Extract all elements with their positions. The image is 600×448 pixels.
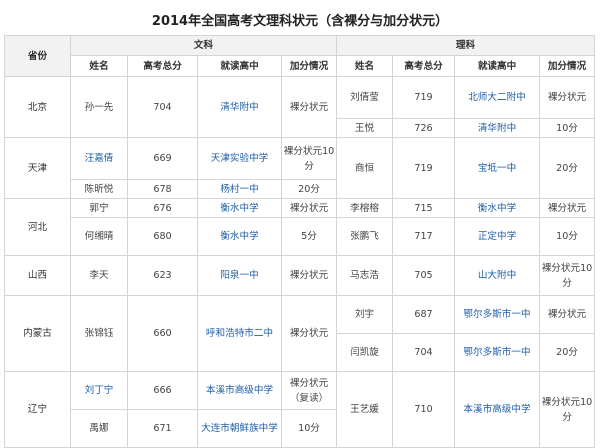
- school-link[interactable]: 北师大二附中: [454, 76, 540, 119]
- student-name: 马志浩: [336, 255, 393, 296]
- bonus-cell: 裸分状元: [281, 76, 337, 138]
- student-name: 郭宁: [70, 198, 128, 218]
- student-name: 李榕榕: [336, 198, 393, 218]
- header-bonus: 加分情况: [281, 55, 337, 77]
- score-cell: 719: [392, 76, 455, 119]
- student-name-link[interactable]: 汪嘉倩: [70, 137, 128, 180]
- school-link[interactable]: 鄂尔多斯市一中: [454, 333, 540, 372]
- bonus-cell: 裸分状元（复读）: [281, 371, 337, 410]
- bonus-cell: 裸分状元10分: [539, 255, 595, 296]
- school-link[interactable]: 衡水中学: [197, 198, 282, 218]
- bonus-cell: 5分: [281, 217, 337, 256]
- student-name: 王悦: [336, 118, 393, 138]
- school-link[interactable]: 阳泉一中: [197, 255, 282, 296]
- bonus-cell: 裸分状元: [539, 295, 595, 334]
- province-cell: 内蒙古: [4, 295, 71, 372]
- score-cell: 704: [127, 76, 198, 138]
- school-link[interactable]: 山大附中: [454, 255, 540, 296]
- student-name: 闫凯旋: [336, 333, 393, 372]
- score-cell: 719: [392, 137, 455, 199]
- school-link[interactable]: 鄂尔多斯市一中: [454, 295, 540, 334]
- bonus-cell: 裸分状元: [539, 198, 595, 218]
- score-cell: 680: [127, 217, 198, 256]
- header-name: 姓名: [336, 55, 393, 77]
- bonus-cell: 10分: [539, 217, 595, 256]
- bonus-cell: 裸分状元: [281, 198, 337, 218]
- province-cell: 山西: [4, 255, 71, 296]
- bonus-cell: 10分: [539, 118, 595, 138]
- student-name: 张锦钰: [70, 295, 128, 372]
- bonus-cell: 裸分状元10分: [539, 371, 595, 448]
- page-title: 2014年全国高考文理科状元（含裸分与加分状元）: [151, 14, 449, 29]
- bonus-cell: 裸分状元: [539, 76, 595, 119]
- header-school: 就读高中: [197, 55, 282, 77]
- student-name: 刘倩莹: [336, 76, 393, 119]
- header-score: 高考总分: [127, 55, 198, 77]
- school-link[interactable]: 本溪市高级中学: [454, 371, 540, 448]
- school-link[interactable]: 清华附中: [197, 76, 282, 138]
- province-cell: 天津: [4, 137, 71, 199]
- bonus-cell: 裸分状元10分: [281, 137, 337, 180]
- school-link[interactable]: 衡水中学: [454, 198, 540, 218]
- school-link[interactable]: 清华附中: [454, 118, 540, 138]
- score-cell: 678: [127, 179, 198, 199]
- student-name: 王艺媛: [336, 371, 393, 448]
- bonus-cell: 裸分状元: [281, 255, 337, 296]
- score-cell: 715: [392, 198, 455, 218]
- student-name: 何缃晴: [70, 217, 128, 256]
- score-cell: 676: [127, 198, 198, 218]
- header-school: 就读高中: [454, 55, 540, 77]
- score-cell: 687: [392, 295, 455, 334]
- student-name: 刘宇: [336, 295, 393, 334]
- student-name: 商恒: [336, 137, 393, 199]
- province-cell: 北京: [4, 76, 71, 138]
- school-link[interactable]: 宝坻一中: [454, 137, 540, 199]
- province-cell: 河北: [4, 198, 71, 256]
- school-link[interactable]: 呼和浩特市二中: [197, 295, 282, 372]
- score-cell: 717: [392, 217, 455, 256]
- student-name: 李天: [70, 255, 128, 296]
- header-name: 姓名: [70, 55, 128, 77]
- header-wen: 文科: [70, 35, 337, 56]
- score-cell: 710: [392, 371, 455, 448]
- score-cell: 669: [127, 137, 198, 180]
- score-cell: 666: [127, 371, 198, 410]
- score-cell: 726: [392, 118, 455, 138]
- header-li: 理科: [336, 35, 595, 56]
- school-link[interactable]: 衡水中学: [197, 217, 282, 256]
- province-cell: 辽宁: [4, 371, 71, 448]
- school-link[interactable]: 杨村一中: [197, 179, 282, 199]
- score-cell: 623: [127, 255, 198, 296]
- header-bonus: 加分情况: [539, 55, 595, 77]
- header-province: 省份: [4, 35, 71, 77]
- bonus-cell: 裸分状元: [281, 295, 337, 372]
- student-name-link[interactable]: 刘丁宁: [70, 371, 128, 410]
- scholar-table: 省份 文科 理科 姓名 高考总分 就读高中 加分情况 姓名 高考总分 就读高中 …: [4, 35, 595, 448]
- school-link[interactable]: 本溪市高级中学: [197, 371, 282, 410]
- school-link[interactable]: 天津实验中学: [197, 137, 282, 180]
- student-name: 张鹏飞: [336, 217, 393, 256]
- bonus-cell: 20分: [539, 137, 595, 199]
- score-cell: 705: [392, 255, 455, 296]
- school-link[interactable]: 正定中学: [454, 217, 540, 256]
- score-cell: 660: [127, 295, 198, 372]
- student-name: 孙一先: [70, 76, 128, 138]
- score-cell: 704: [392, 333, 455, 372]
- header-score: 高考总分: [392, 55, 455, 77]
- student-name: 陈昕悦: [70, 179, 128, 199]
- bonus-cell: 20分: [281, 179, 337, 199]
- bonus-cell: 20分: [539, 333, 595, 372]
